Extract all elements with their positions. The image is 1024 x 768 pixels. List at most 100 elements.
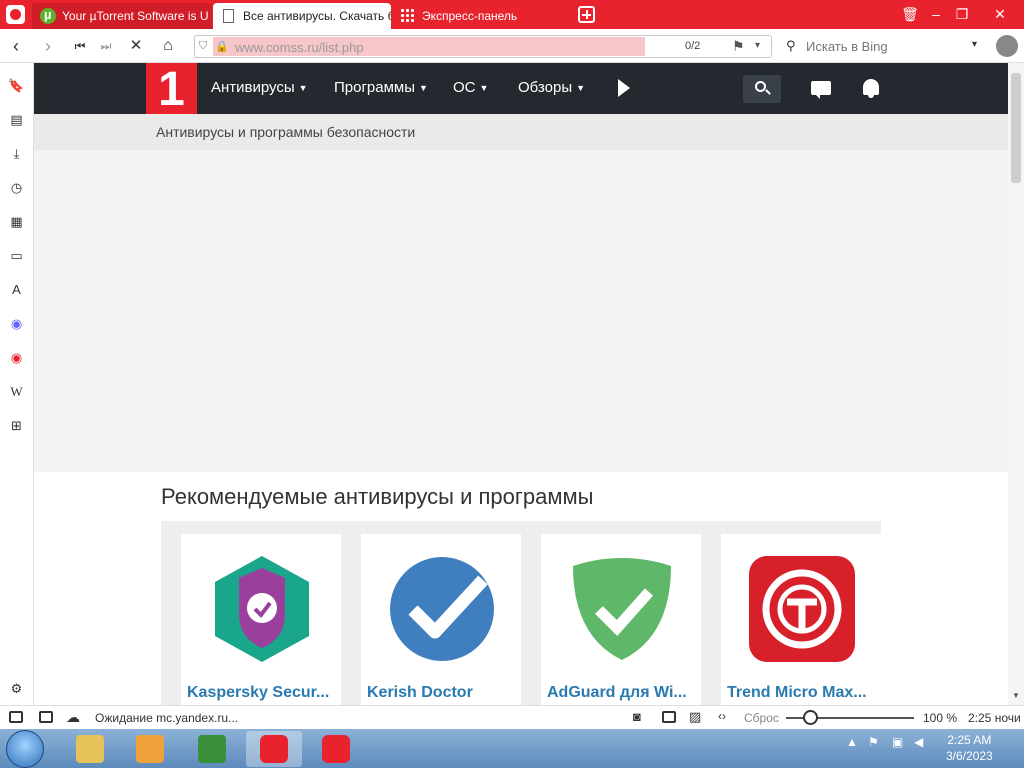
vivaldi-icon [260,735,288,763]
cloud-sync-icon[interactable]: ☁ [66,709,80,726]
status-clock: 2:25 ночи [968,711,1021,725]
add-panel-icon[interactable]: ⊞ [8,417,25,434]
tab-bar: Your µTorrent Software is U Все антивиру… [0,0,1024,29]
image-icon[interactable]: ▨ [689,709,701,725]
bookmarks-icon[interactable]: 🔖 [8,77,25,94]
taskbar-media-player[interactable] [122,731,178,767]
tab-speed-dial[interactable]: Экспресс-панель [392,3,572,29]
settings-gear-icon[interactable]: ⚙ [8,680,25,697]
profile-avatar-icon[interactable] [996,35,1018,57]
translate-icon[interactable]: A [8,281,25,298]
breadcrumb: Антивирусы и программы безопасности [34,114,1008,150]
action-center-flag-icon[interactable]: ⚑ [868,735,879,749]
close-button[interactable]: ✕ [990,4,1010,24]
forward-icon[interactable]: › [38,36,58,56]
nav-antivirus[interactable]: Антивирусы ▼ [211,79,308,96]
tab-comss-active[interactable]: Все антивирусы. Скачать б [213,3,391,29]
match-count: 0/2 [685,40,701,52]
site-navbar: 1 Антивирусы ▼ Программы ▼ ОС ▼ Обзоры ▼ [34,63,1008,116]
shield-icon[interactable]: ⛉ [199,40,207,53]
scrollbar-thumb[interactable] [1011,73,1021,183]
site-search-button[interactable] [743,75,781,103]
nav-reviews[interactable]: Обзоры ▼ [518,79,585,96]
product-card-kerish[interactable]: Kerish Doctor [361,534,521,705]
document-icon [223,9,234,23]
taskbar: ▲ ⚑ ▣ ◀ 2:25 AM 3/6/2023 [0,729,1024,768]
new-tab-button[interactable] [578,6,595,23]
bookmark-icon[interactable]: ⚑ [732,38,745,55]
comments-icon[interactable] [811,81,831,99]
adguard-logo [573,558,671,660]
network-icon[interactable]: ▣ [892,735,903,749]
product-name[interactable]: Trend Micro Max... [727,684,877,702]
toggle-panel-icon[interactable] [9,711,23,723]
home-icon[interactable]: ⌂ [158,36,178,56]
window-panel-icon[interactable]: ▭ [8,247,25,264]
camera-icon[interactable]: ◙ [633,709,641,724]
system-clock[interactable]: 2:25 AM 3/6/2023 [946,732,993,764]
nav-label: Обзоры [518,79,573,96]
nav-os[interactable]: ОС ▼ [453,79,488,96]
reading-list-icon[interactable]: ▤ [8,111,25,128]
csharp-icon [198,735,226,763]
notifications-bell-icon[interactable] [863,79,879,98]
taskbar-explorer[interactable] [62,731,118,767]
search-field[interactable]: ⚲ Искать в Bing ▾ [780,35,990,58]
product-name[interactable]: Kaspersky Secur... [187,684,337,702]
restore-button[interactable]: ❐ [952,4,972,24]
product-name[interactable]: AdGuard для Wi... [547,684,697,702]
kerish-doctor-logo [390,557,494,661]
fast-forward-icon[interactable]: ⏭ [96,36,116,56]
minimize-button[interactable]: – [926,4,946,24]
rewind-icon[interactable]: ⏮ [70,36,90,56]
url-field[interactable]: ⛉ 🔒 www.comss.ru/list.php 0/2 ⚑ ▾ [194,35,772,58]
chevron-down-icon[interactable]: ▾ [972,39,977,50]
stop-loading-icon[interactable]: ✕ [126,36,146,56]
product-card-adguard[interactable]: AdGuard для Wi... [541,534,701,705]
history-icon[interactable]: ◷ [8,179,25,196]
trend-micro-logo [749,556,855,662]
trash-icon[interactable]: 🗑 [900,4,920,24]
product-name[interactable]: Kerish Doctor [367,684,517,702]
windows-start-icon[interactable] [6,730,44,768]
zoom-reset-button[interactable]: Сброс [744,711,779,725]
taskbar-vivaldi[interactable] [308,731,364,767]
chevron-down-icon[interactable]: ▾ [755,40,760,51]
tray-expand-icon[interactable]: ▲ [846,735,858,749]
caret-down-icon: ▼ [576,83,586,94]
scroll-down-arrow-icon[interactable]: ▼ [1012,691,1020,700]
caret-down-icon: ▼ [419,83,428,94]
side-panel: 🔖 ▤ ⤓ ◷ ▦ ▭ A ◉ ◉ W ⊞ ⚙ [0,63,34,705]
caret-down-icon: ▼ [298,83,308,94]
code-icon[interactable]: ‹› [718,709,726,723]
search-icon: ⚲ [786,38,796,53]
play-icon[interactable] [618,79,630,97]
zoom-slider-thumb[interactable] [803,710,818,725]
clock-time: 2:25 AM [947,733,992,747]
zoom-level: 100 % [923,711,958,725]
tab-tiling-icon[interactable] [39,711,53,723]
volume-icon[interactable]: ◀ [914,735,923,749]
window-icon[interactable] [662,711,676,723]
vivaldi-panel-icon[interactable]: ◉ [8,349,25,366]
back-icon[interactable]: ‹ [6,36,26,56]
wikipedia-icon[interactable]: W [8,383,25,400]
mastodon-icon[interactable]: ◉ [8,315,25,332]
nav-programs[interactable]: Программы ▼ [334,79,428,96]
clock-date: 3/6/2023 [946,749,993,763]
vivaldi-menu-icon[interactable] [6,5,25,24]
page-scrollbar[interactable]: ▼ [1008,63,1024,705]
section-title: Рекомендуемые антивирусы и программы [161,484,594,509]
cards-carousel: Kaspersky Secur... Kerish Doctor AdGuard… [161,521,881,705]
taskbar-csharp[interactable] [184,731,240,767]
site-logo[interactable]: 1 [146,63,197,116]
product-card-trendmicro[interactable]: Trend Micro Max... [721,534,881,705]
tab-utorrent[interactable]: Your µTorrent Software is U [32,3,212,29]
notes-icon[interactable]: ▦ [8,213,25,230]
taskbar-vivaldi-active[interactable] [246,731,302,767]
breadcrumb-text[interactable]: Антивирусы и программы безопасности [156,124,415,140]
nav-label: Антивирусы [211,79,295,96]
lock-icon[interactable]: 🔒 [215,40,229,53]
product-card-kaspersky[interactable]: Kaspersky Secur... [181,534,341,705]
downloads-icon[interactable]: ⤓ [8,145,25,162]
